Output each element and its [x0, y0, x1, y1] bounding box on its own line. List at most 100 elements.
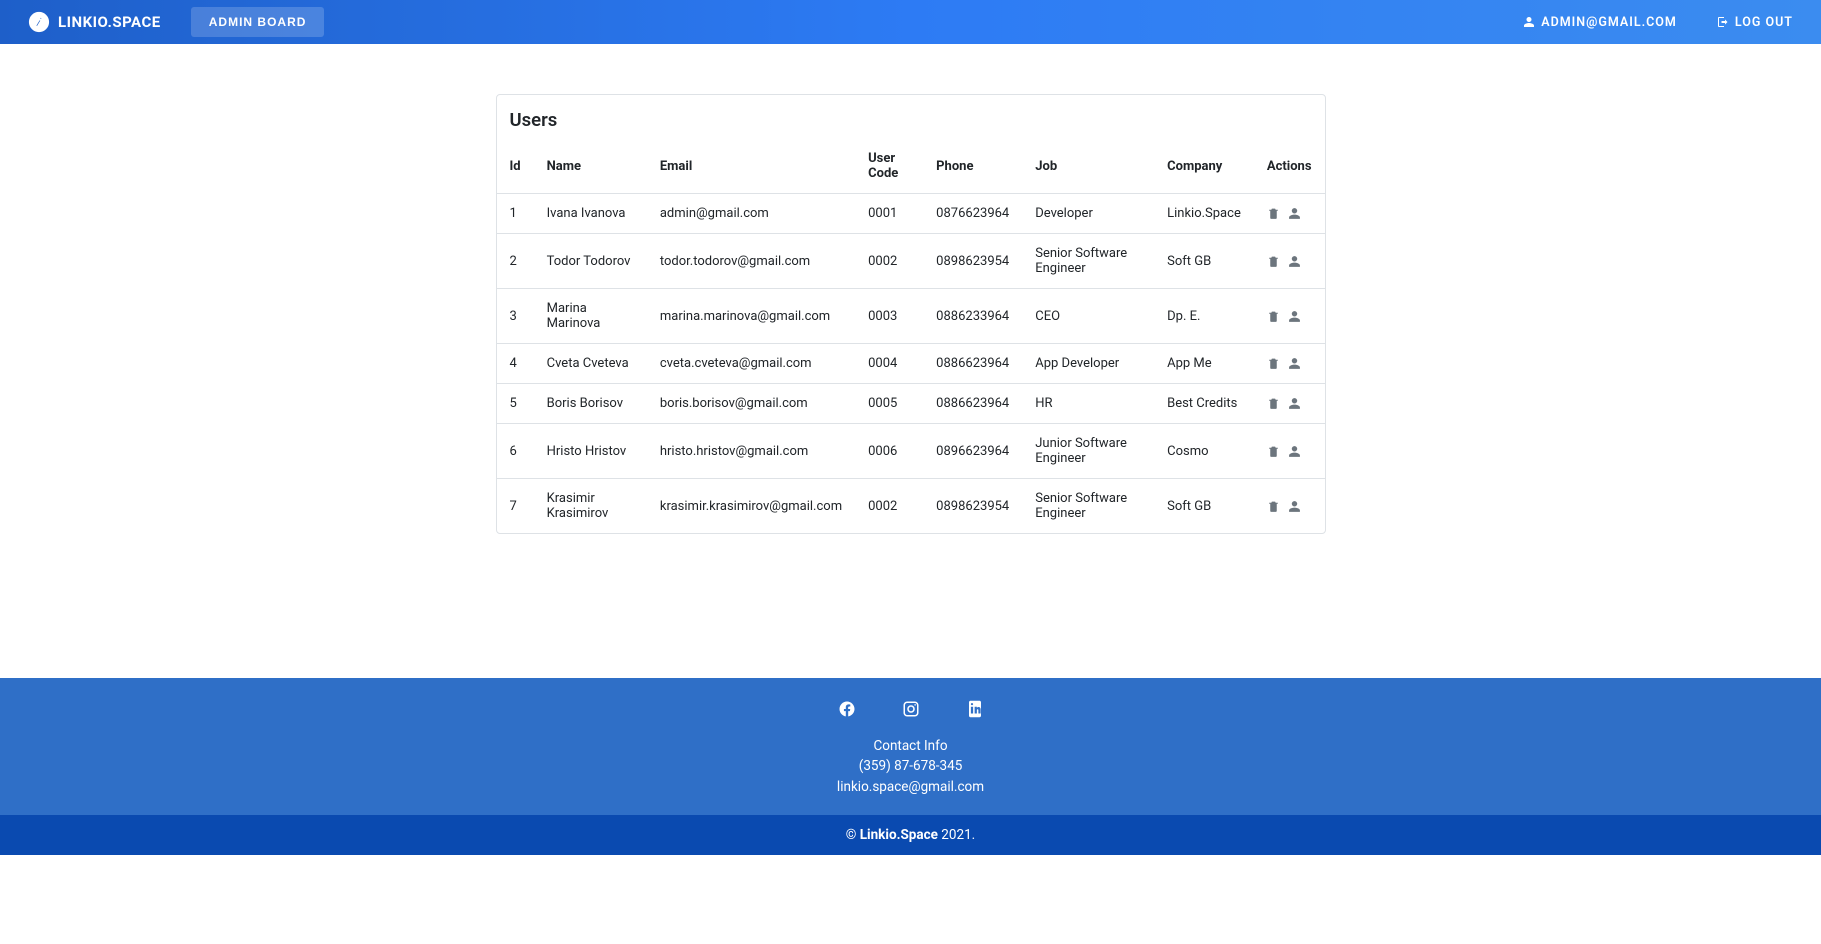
main-content: Users Id Name Email User Code Phone Job …	[0, 44, 1821, 594]
cell-phone: 0886623964	[923, 384, 1022, 424]
person-icon[interactable]	[1288, 310, 1301, 323]
cell-name: Hristo Hristov	[534, 424, 647, 479]
cell-company: Best Credits	[1154, 384, 1254, 424]
admin-board-button[interactable]: ADMIN BOARD	[191, 7, 325, 37]
cell-code: 0002	[855, 234, 923, 289]
facebook-icon[interactable]	[838, 700, 856, 718]
user-email-text: ADMIN@GMAIL.COM	[1541, 15, 1677, 30]
contact-email: linkio.space@gmail.com	[0, 777, 1821, 797]
trash-icon[interactable]	[1267, 255, 1280, 268]
copyright-prefix: ©	[846, 827, 860, 843]
footer-top: Contact Info (359) 87-678-345 linkio.spa…	[0, 678, 1821, 815]
th-email: Email	[647, 141, 855, 194]
person-icon[interactable]	[1288, 397, 1301, 410]
cell-name: Todor Todorov	[534, 234, 647, 289]
copyright-suffix: 2021.	[938, 827, 975, 843]
cell-email: cveta.cveteva@gmail.com	[647, 344, 855, 384]
cell-company: Cosmo	[1154, 424, 1254, 479]
cell-id: 5	[497, 384, 534, 424]
cell-job: CEO	[1022, 289, 1154, 344]
cell-id: 6	[497, 424, 534, 479]
user-email-link[interactable]: ADMIN@GMAIL.COM	[1523, 15, 1677, 30]
cell-company: Dp. E.	[1154, 289, 1254, 344]
instagram-icon[interactable]	[902, 700, 920, 718]
trash-icon[interactable]	[1267, 207, 1280, 220]
logout-text: LOG OUT	[1735, 15, 1793, 30]
th-phone: Phone	[923, 141, 1022, 194]
cell-actions	[1254, 234, 1325, 289]
cell-code: 0003	[855, 289, 923, 344]
th-code: User Code	[855, 141, 923, 194]
rocket-icon	[28, 11, 50, 33]
cell-actions	[1254, 479, 1325, 534]
table-row: 5 Boris Borisov boris.borisov@gmail.com …	[497, 384, 1325, 424]
cell-actions	[1254, 194, 1325, 234]
th-id: Id	[497, 141, 534, 194]
trash-icon[interactable]	[1267, 500, 1280, 513]
logout-link[interactable]: LOG OUT	[1717, 15, 1793, 30]
th-actions: Actions	[1254, 141, 1325, 194]
cell-company: Linkio.Space	[1154, 194, 1254, 234]
cell-email: marina.marinova@gmail.com	[647, 289, 855, 344]
person-icon[interactable]	[1288, 445, 1301, 458]
top-nav: LINKIO.SPACE ADMIN BOARD ADMIN@GMAIL.COM…	[0, 0, 1821, 44]
cell-phone: 0896623964	[923, 424, 1022, 479]
cell-id: 2	[497, 234, 534, 289]
cell-actions	[1254, 384, 1325, 424]
th-job: Job	[1022, 141, 1154, 194]
cell-email: todor.todorov@gmail.com	[647, 234, 855, 289]
cell-company: Soft GB	[1154, 234, 1254, 289]
table-row: 3 Marina Marinova marina.marinova@gmail.…	[497, 289, 1325, 344]
th-company: Company	[1154, 141, 1254, 194]
cell-email: boris.borisov@gmail.com	[647, 384, 855, 424]
person-icon[interactable]	[1288, 255, 1301, 268]
th-name: Name	[534, 141, 647, 194]
cell-name: Marina Marinova	[534, 289, 647, 344]
cell-code: 0001	[855, 194, 923, 234]
cell-phone: 0886623964	[923, 344, 1022, 384]
cell-name: Boris Borisov	[534, 384, 647, 424]
cell-phone: 0886233964	[923, 289, 1022, 344]
linkedin-icon[interactable]	[966, 700, 984, 718]
trash-icon[interactable]	[1267, 397, 1280, 410]
brand-text: LINKIO.SPACE	[58, 13, 161, 31]
cell-phone: 0876623964	[923, 194, 1022, 234]
cell-name: Krasimir Krasimirov	[534, 479, 647, 534]
user-icon	[1523, 16, 1535, 28]
footer-bottom: © Linkio.Space 2021.	[0, 815, 1821, 855]
cell-email: krasimir.krasimirov@gmail.com	[647, 479, 855, 534]
trash-icon[interactable]	[1267, 445, 1280, 458]
cell-actions	[1254, 424, 1325, 479]
table-row: 4 Cveta Cveteva cveta.cveteva@gmail.com …	[497, 344, 1325, 384]
person-icon[interactable]	[1288, 357, 1301, 370]
cell-code: 0004	[855, 344, 923, 384]
person-icon[interactable]	[1288, 500, 1301, 513]
cell-company: App Me	[1154, 344, 1254, 384]
users-table: Id Name Email User Code Phone Job Compan…	[497, 141, 1325, 533]
cell-id: 7	[497, 479, 534, 534]
cell-job: Senior Software Engineer	[1022, 479, 1154, 534]
cell-job: Junior Software Engineer	[1022, 424, 1154, 479]
cell-phone: 0898623954	[923, 234, 1022, 289]
table-row: 2 Todor Todorov todor.todorov@gmail.com …	[497, 234, 1325, 289]
table-row: 6 Hristo Hristov hristo.hristov@gmail.co…	[497, 424, 1325, 479]
cell-job: HR	[1022, 384, 1154, 424]
copyright-brand: Linkio.Space	[860, 827, 938, 843]
trash-icon[interactable]	[1267, 310, 1280, 323]
table-row: 7 Krasimir Krasimirov krasimir.krasimiro…	[497, 479, 1325, 534]
cell-id: 1	[497, 194, 534, 234]
cell-phone: 0898623954	[923, 479, 1022, 534]
cell-name: Cveta Cveteva	[534, 344, 647, 384]
brand-logo[interactable]: LINKIO.SPACE	[28, 11, 161, 33]
cell-name: Ivana Ivanova	[534, 194, 647, 234]
person-icon[interactable]	[1288, 207, 1301, 220]
cell-code: 0002	[855, 479, 923, 534]
cell-job: Developer	[1022, 194, 1154, 234]
cell-actions	[1254, 344, 1325, 384]
cell-job: Senior Software Engineer	[1022, 234, 1154, 289]
contact-phone: (359) 87-678-345	[0, 756, 1821, 776]
trash-icon[interactable]	[1267, 357, 1280, 370]
table-header-row: Id Name Email User Code Phone Job Compan…	[497, 141, 1325, 194]
cell-code: 0006	[855, 424, 923, 479]
cell-actions	[1254, 289, 1325, 344]
